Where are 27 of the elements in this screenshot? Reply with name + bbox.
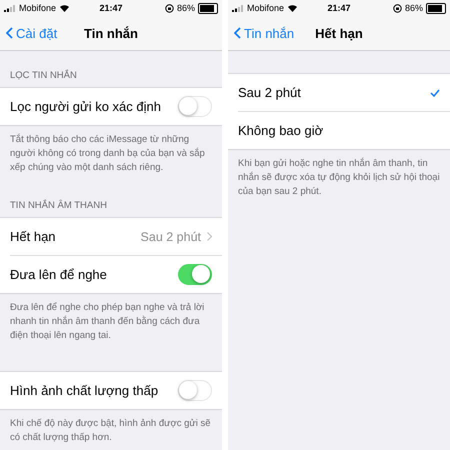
settings-row[interactable]: Đưa lên để nghe [10,256,222,293]
back-button[interactable]: Tin nhắn [228,26,294,40]
carrier-name: Mobifone [19,3,56,13]
section-footer: Khi chế độ này được bật, hình ảnh được gửi sẽ có chất lượng thấp hơn. [0,410,222,450]
row-value: Sau 2 phút [140,230,201,244]
settings-row[interactable]: Hết hạn Sau 2 phút [10,218,222,256]
nav-title: Tin nhắn [84,26,138,40]
nav-title: Hết hạn [315,26,363,40]
battery-percent: 86% [404,3,423,13]
status-time: 21:47 [99,3,123,13]
status-time: 21:47 [327,3,351,13]
carrier-name: Mobifone [247,3,284,13]
settings-row[interactable]: Sau 2 phút [238,74,450,112]
row-label: Lọc người gửi ko xác định [10,99,162,114]
row-label: Không bao giờ [238,123,324,138]
section-header: LỌC TIN NHẮN [9,68,78,83]
section-header: TIN NHẮN ÂM THANH [9,198,108,213]
row-label: Sau 2 phút [238,85,302,100]
battery-percent: 86% [176,3,195,13]
row-label: Đưa lên để nghe [10,267,108,282]
settings-row[interactable]: Không bao giờ [238,112,450,149]
section-footer: Khi bạn gửi hoặc nghe tin nhắn âm thanh, tin nhắn sẽ được xóa tự động khỏi lịch sử hội thoại của bạn sau 2 phút. [228,150,450,205]
section-footer: Tắt thông báo cho các iMessage từ những người không có trong danh bạ của bạn và sắp xếp chúng vào một danh sách riêng. [0,126,222,181]
row-label: Hình ảnh chất lượng thấp [10,383,160,398]
section-footer: Đưa lên để nghe cho phép bạn nghe và trả lời nhanh tin nhắn âm thanh đến bằng cách đưa điện thoại lên ngang tai. [0,294,222,349]
back-button[interactable]: Cài đặt [0,26,58,40]
row-label: Hết hạn [10,229,57,244]
